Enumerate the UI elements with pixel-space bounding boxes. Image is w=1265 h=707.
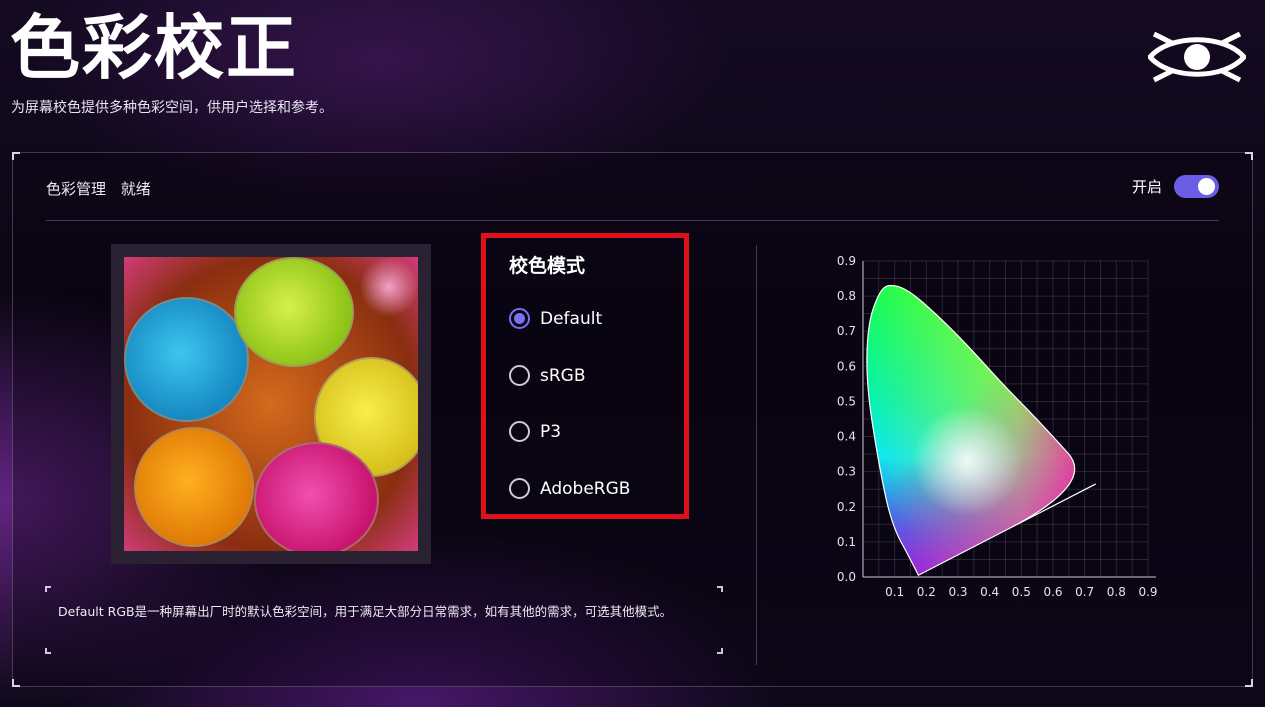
mode-option-adobergb[interactable]: AdobeRGB bbox=[509, 478, 630, 499]
x-tick-label: 0.9 bbox=[1138, 585, 1157, 599]
y-tick-label: 0.0 bbox=[837, 570, 856, 584]
toggle-container: 开启 bbox=[1132, 175, 1219, 198]
y-tick-label: 0.3 bbox=[837, 465, 856, 479]
y-tick-label: 0.1 bbox=[837, 535, 856, 549]
status-line: 色彩管理 就绪 bbox=[46, 178, 151, 199]
y-tick-label: 0.2 bbox=[837, 500, 856, 514]
x-tick-label: 0.4 bbox=[980, 585, 999, 599]
x-tick-label: 0.7 bbox=[1075, 585, 1094, 599]
mode-option-label: sRGB bbox=[540, 365, 586, 386]
mode-option-default[interactable]: Default bbox=[509, 308, 602, 329]
x-tick-label: 0.8 bbox=[1107, 585, 1126, 599]
x-tick-label: 0.6 bbox=[1043, 585, 1062, 599]
y-tick-label: 0.9 bbox=[837, 254, 856, 268]
cie-chromaticity-chart: 0.1 0.2 0.3 0.4 0.5 0.6 0.7 0.8 0.9 0.0 0.1 0.2 0.3 0… bbox=[837, 254, 1158, 599]
y-tick-label: 0.7 bbox=[837, 324, 856, 338]
y-tick-label: 0.4 bbox=[837, 430, 856, 444]
mode-title: 校色模式 bbox=[509, 255, 586, 277]
white-point-glow bbox=[912, 406, 1023, 517]
x-tick-label: 0.3 bbox=[948, 585, 967, 599]
status-value: 就绪 bbox=[120, 180, 151, 198]
preview-image-frame bbox=[111, 244, 431, 564]
calibration-mode-group: 校色模式 Default sRGB P3 AdobeRGB bbox=[481, 233, 689, 519]
y-tick-label: 0.6 bbox=[837, 359, 856, 373]
mode-option-srgb[interactable]: sRGB bbox=[509, 365, 586, 386]
mode-option-label: AdobeRGB bbox=[540, 478, 631, 499]
x-tick-label: 0.1 bbox=[885, 585, 904, 599]
description-text: Default RGB是一种屏幕出厂时的默认色彩空间，用于满足大部分日常需求，如… bbox=[58, 604, 673, 619]
vertical-divider bbox=[756, 245, 757, 665]
status-label: 色彩管理 bbox=[46, 180, 107, 198]
eye-logo-icon bbox=[1148, 31, 1246, 83]
x-tick-label: 0.5 bbox=[1012, 585, 1031, 599]
mode-option-label: Default bbox=[540, 308, 603, 329]
description-box: Default RGB是一种屏幕出厂时的默认色彩空间，用于满足大部分日常需求，如… bbox=[45, 586, 723, 654]
radio-icon[interactable] bbox=[509, 365, 530, 386]
toggle-label: 开启 bbox=[1131, 178, 1162, 196]
radio-icon[interactable] bbox=[509, 478, 530, 499]
y-tick-label: 0.5 bbox=[837, 394, 856, 408]
page-subtitle: 为屏幕校色提供多种色彩空间，供用户选择和参考。 bbox=[11, 100, 333, 116]
radio-selected-icon[interactable] bbox=[509, 308, 530, 329]
color-powder-image bbox=[124, 257, 418, 551]
page-title: 色彩校正 bbox=[10, 7, 298, 89]
color-management-toggle[interactable] bbox=[1174, 175, 1219, 198]
radio-icon[interactable] bbox=[509, 421, 530, 442]
mode-option-label: P3 bbox=[540, 421, 562, 442]
mode-option-p3[interactable]: P3 bbox=[509, 421, 561, 442]
y-tick-label: 0.8 bbox=[837, 289, 856, 303]
x-tick-label: 0.2 bbox=[917, 585, 936, 599]
color-management-panel: 色彩管理 就绪 开启 校色模式 Default sRGB P3 AdobeRGB… bbox=[12, 152, 1253, 687]
divider bbox=[46, 220, 1219, 221]
